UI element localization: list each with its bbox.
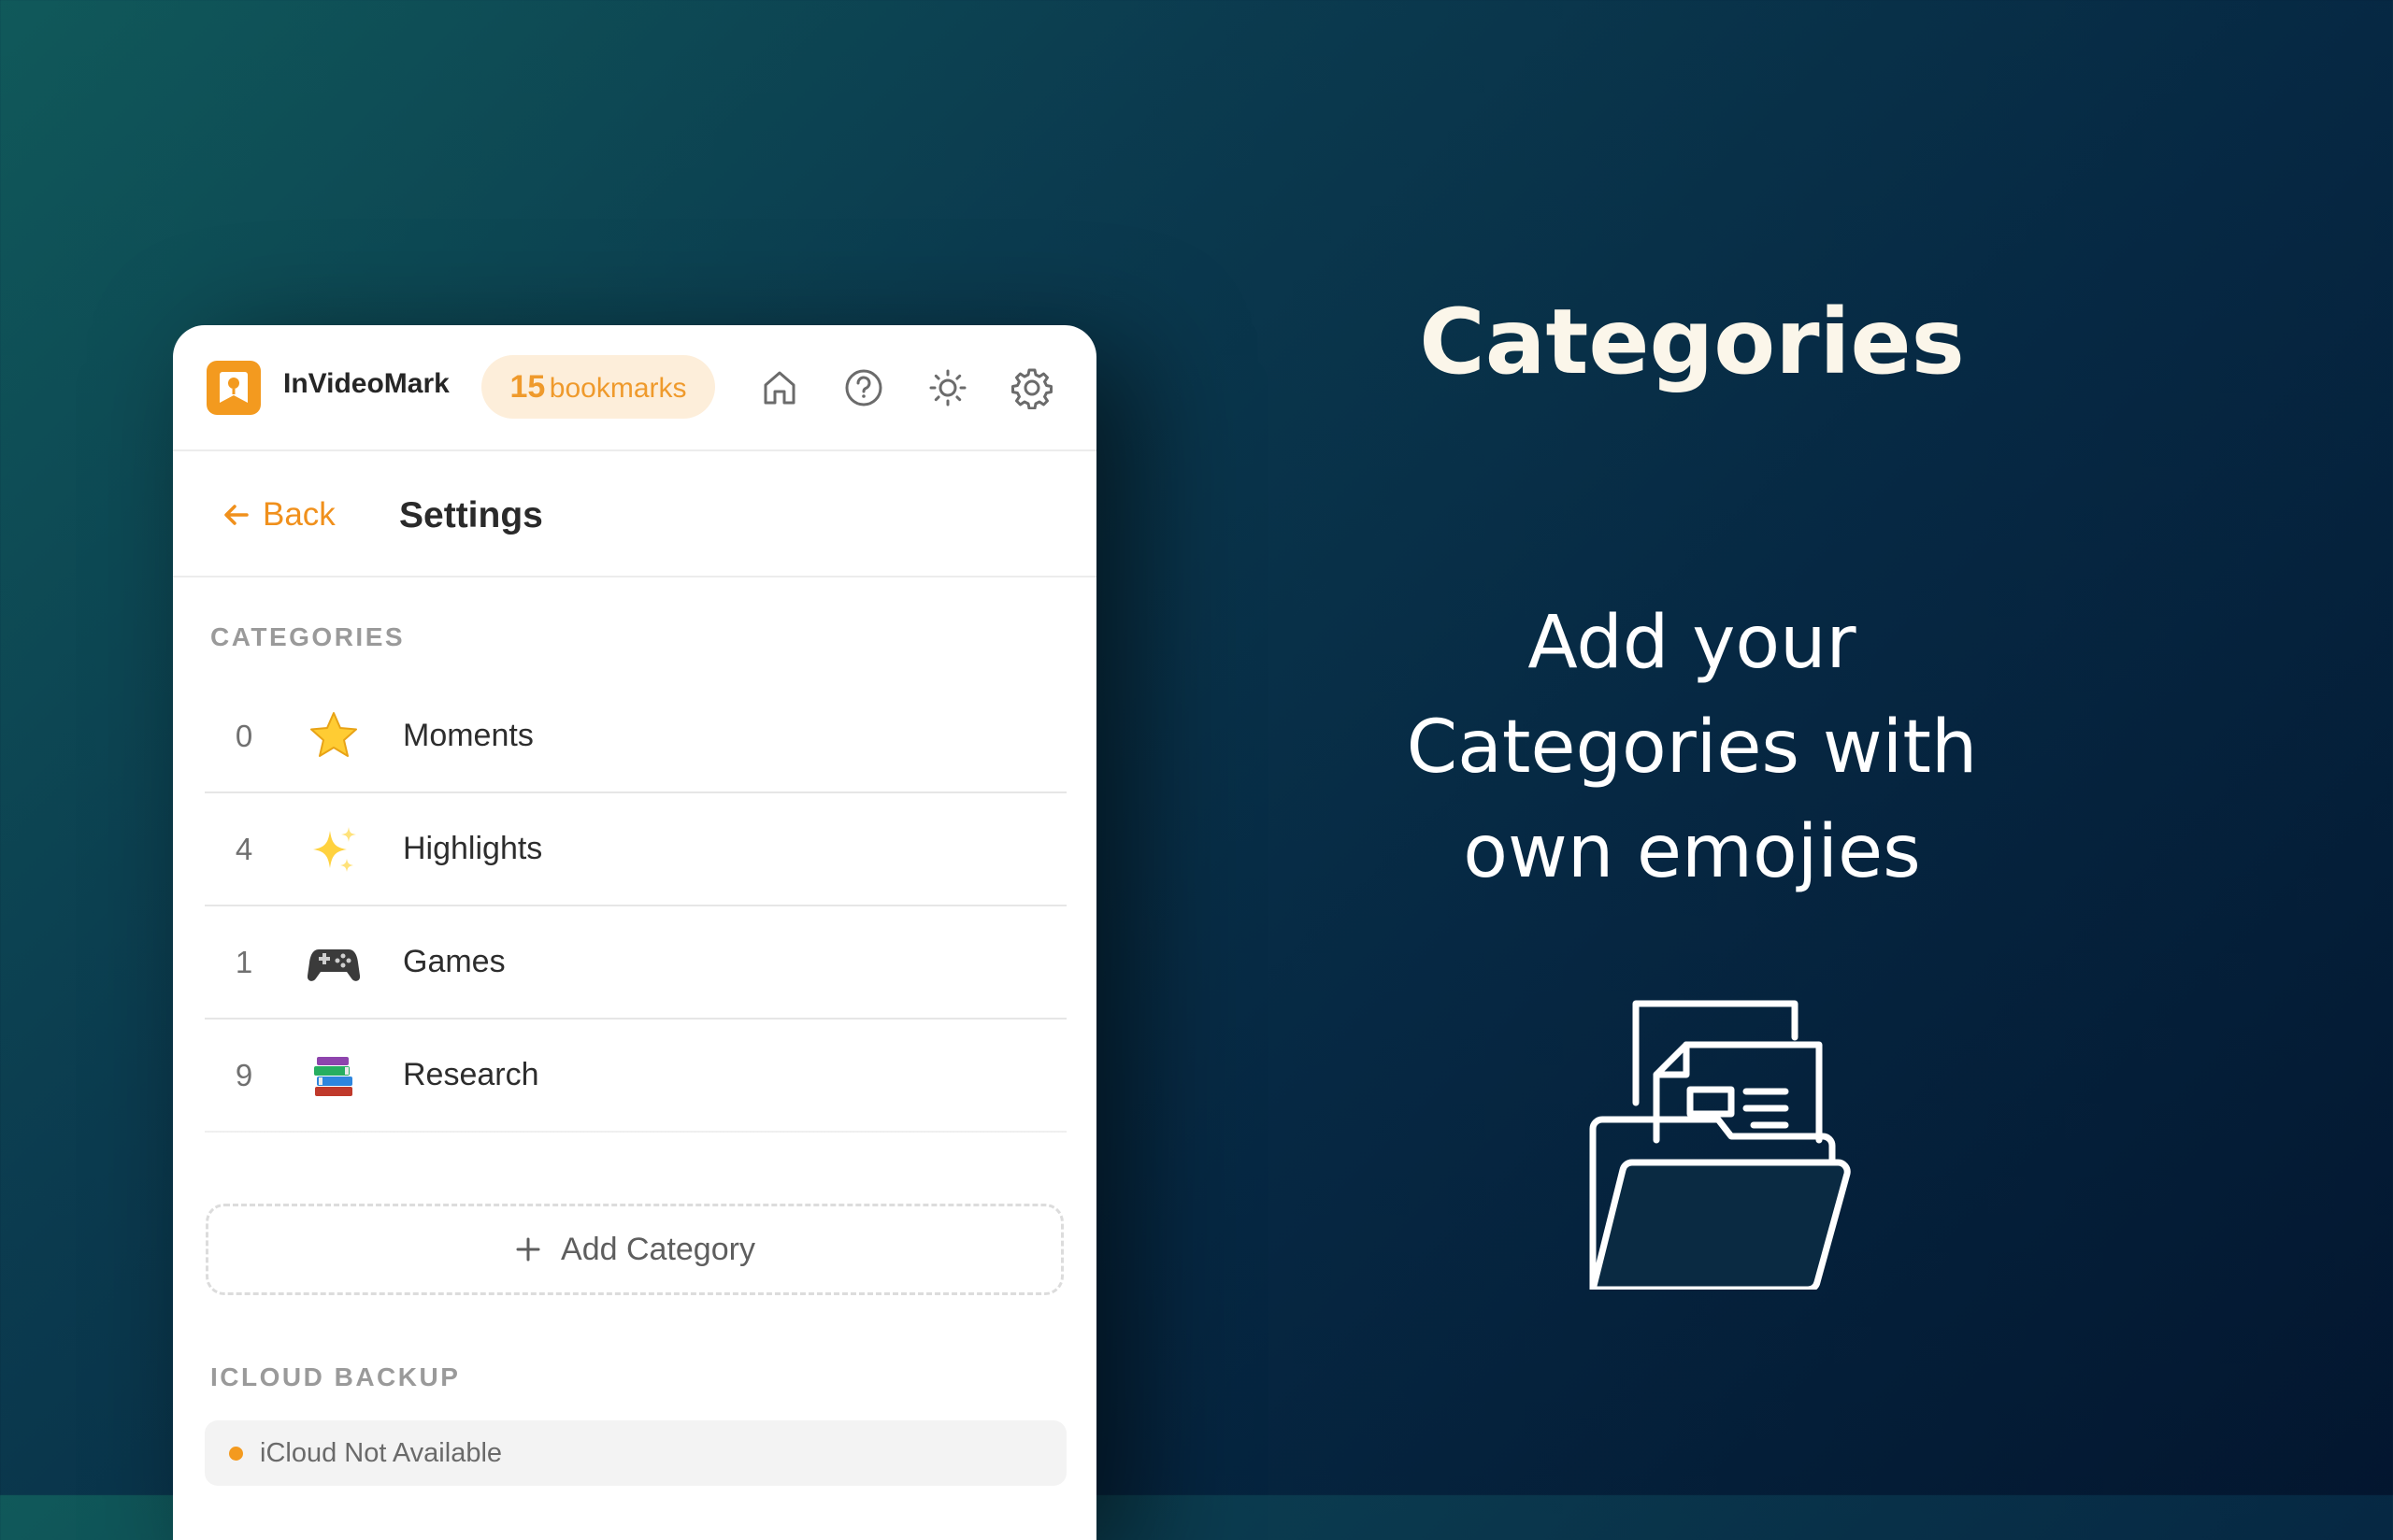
plus-icon — [516, 1237, 540, 1262]
icloud-status-text: iCloud Not Available — [260, 1437, 503, 1468]
promo-line: own emojies — [1463, 810, 1921, 894]
category-name: Moments — [403, 718, 534, 753]
list-fade-overlay — [205, 1110, 1067, 1177]
category-list: 0 Moments 4 Highlights 1 Games 9 Researc… — [205, 680, 1067, 1176]
category-row[interactable]: 1 Games — [205, 906, 1067, 1020]
promo-description: Add your Categories with own emojies — [1271, 591, 2113, 905]
add-category-label: Add Category — [561, 1231, 755, 1267]
folder-with-documents-icon — [1589, 1000, 1851, 1290]
theme-toggle-button[interactable] — [920, 360, 976, 416]
settings-button[interactable] — [1004, 360, 1060, 416]
promo-line: Add your — [1527, 601, 1856, 685]
category-row[interactable]: 4 Highlights — [205, 793, 1067, 906]
back-label: Back — [263, 496, 336, 533]
game-controller-icon — [308, 949, 360, 981]
promo-line: Categories with — [1406, 706, 1978, 790]
category-count: 4 — [235, 832, 253, 866]
gear-icon — [1011, 368, 1053, 409]
books-icon — [314, 1057, 352, 1096]
page-title: Settings — [399, 495, 543, 535]
promo-title: Categories — [1419, 290, 1965, 394]
category-count: 0 — [235, 719, 253, 753]
status-dot-icon — [229, 1446, 243, 1461]
category-name: Highlights — [403, 831, 543, 866]
category-count: 1 — [235, 945, 253, 979]
home-icon — [764, 371, 795, 405]
arrow-left-icon — [224, 505, 249, 525]
top-bar: InVideoMark 15 bookmarks — [173, 325, 1096, 451]
icloud-status: iCloud Not Available — [205, 1420, 1067, 1486]
categories-section-label: CATEGORIES — [210, 622, 406, 651]
help-icon — [845, 369, 882, 406]
sparkles-icon — [313, 827, 356, 872]
back-button[interactable]: Back — [222, 489, 336, 541]
category-name: Games — [403, 944, 506, 979]
add-category-button[interactable]: Add Category — [206, 1204, 1064, 1295]
help-button[interactable] — [836, 360, 892, 416]
settings-header: Back Settings — [173, 451, 1096, 578]
app-logo-icon — [207, 361, 261, 415]
bookmark-count-badge[interactable]: 15 bookmarks — [481, 355, 715, 419]
app-panel: InVideoMark 15 bookmarks Back Settings C… — [173, 325, 1096, 1540]
category-row[interactable]: 0 Moments — [205, 680, 1067, 793]
star-icon — [310, 712, 357, 757]
icloud-backup-section-label: ICLOUD BACKUP — [210, 1362, 461, 1391]
bookmark-count: 15 — [509, 369, 546, 405]
sun-icon — [929, 369, 967, 406]
bookmark-count-label: bookmarks — [549, 373, 687, 404]
home-button[interactable] — [752, 360, 808, 416]
app-name: InVideoMark — [283, 368, 450, 399]
